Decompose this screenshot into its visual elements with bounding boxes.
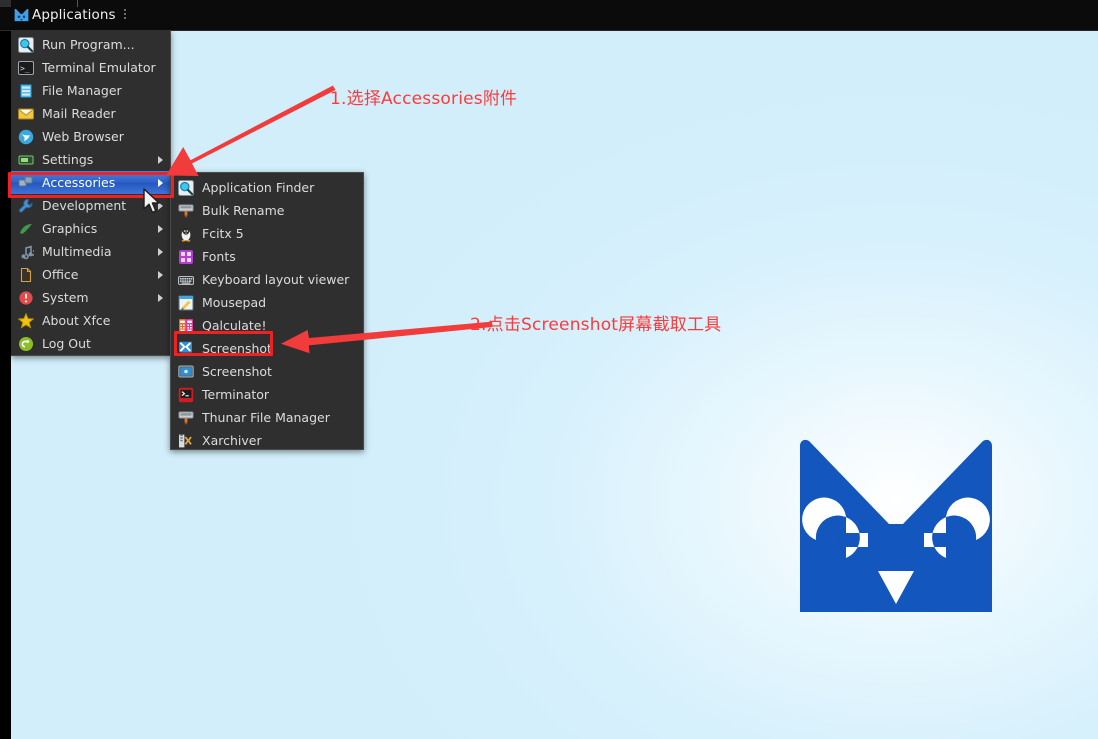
- menu-item-xarchiver[interactable]: Xarchiver: [171, 429, 363, 452]
- panel-corner: [0, 0, 11, 7]
- menu-item-label: Graphics: [42, 221, 98, 236]
- menu-item-system[interactable]: System: [11, 286, 170, 309]
- globe-icon: [18, 129, 34, 145]
- terminal-icon: >_: [18, 60, 34, 76]
- xfce-top-panel: Applications: [0, 0, 1098, 31]
- keyboard-icon: [178, 272, 194, 288]
- terminator-icon: [178, 387, 194, 403]
- menu-item-label: Fonts: [202, 249, 236, 264]
- mail-icon: [18, 106, 34, 122]
- menu-item-thunar-file-manager[interactable]: Thunar File Manager: [171, 406, 363, 429]
- menu-item-label: System: [42, 290, 89, 305]
- menu-item-label: Xarchiver: [202, 433, 262, 448]
- chevron-right-icon: [158, 293, 163, 302]
- menu-item-label: Multimedia: [42, 244, 112, 259]
- menu-item-label: Screenshot: [202, 364, 272, 379]
- menu-item-label: Thunar File Manager: [202, 410, 330, 425]
- menu-item-terminal-emulator[interactable]: >_ Terminal Emulator: [11, 56, 170, 79]
- file-manager-icon: [18, 83, 34, 99]
- menu-item-fcitx-5[interactable]: Fcitx 5: [171, 222, 363, 245]
- menu-item-multimedia[interactable]: Multimedia: [11, 240, 170, 263]
- menu-item-label: Run Program...: [42, 37, 135, 52]
- menu-item-label: File Manager: [42, 83, 122, 98]
- menu-item-application-finder[interactable]: Application Finder: [171, 176, 363, 199]
- menu-item-office[interactable]: Office: [11, 263, 170, 286]
- applications-label: Applications: [32, 7, 116, 23]
- menu-item-label: Log Out: [42, 336, 91, 351]
- menu-item-label: Web Browser: [42, 129, 124, 144]
- menu-item-web-browser[interactable]: Web Browser: [11, 125, 170, 148]
- menu-item-run-program[interactable]: Run Program...: [11, 33, 170, 56]
- menu-item-label: Mousepad: [202, 295, 267, 310]
- menu-item-label: Office: [42, 267, 79, 282]
- bulk-rename-icon: [178, 203, 194, 219]
- mousepad-icon: [178, 295, 194, 311]
- menu-item-bulk-rename[interactable]: Bulk Rename: [171, 199, 363, 222]
- chevron-right-icon: [158, 270, 163, 279]
- panel-handle-icon[interactable]: [122, 9, 130, 21]
- fcitx-penguin-icon: [178, 226, 194, 242]
- settings-icon: [18, 152, 34, 168]
- graphics-icon: [18, 221, 34, 237]
- mouse-cursor: [143, 188, 160, 214]
- desktop-left-border: [0, 30, 11, 739]
- menu-item-label: About Xfce: [42, 313, 111, 328]
- menu-item-fonts[interactable]: Fonts: [171, 245, 363, 268]
- menu-item-label: Terminator: [202, 387, 270, 402]
- menu-item-graphics[interactable]: Graphics: [11, 217, 170, 240]
- menu-item-keyboard-layout-viewer[interactable]: Keyboard layout viewer: [171, 268, 363, 291]
- chevron-right-icon: [158, 224, 163, 233]
- xarchiver-icon: [178, 433, 194, 449]
- music-note-icon: [18, 244, 36, 260]
- annotation-step-2: 2.点击Screenshot屏幕截取工具: [470, 315, 722, 335]
- thunar-icon: [178, 410, 194, 426]
- menu-item-label: Application Finder: [202, 180, 315, 195]
- chevron-right-icon: [158, 155, 163, 164]
- menu-item-screenshot-gnome[interactable]: Screenshot: [171, 360, 363, 383]
- system-icon: [18, 290, 34, 306]
- menu-item-terminator[interactable]: Terminator: [171, 383, 363, 406]
- magnifier-icon: [18, 36, 34, 53]
- menu-item-file-manager[interactable]: File Manager: [11, 79, 170, 102]
- xfce-mouse-icon: [14, 8, 29, 21]
- menu-item-log-out[interactable]: Log Out: [11, 332, 170, 355]
- menu-item-mousepad[interactable]: Mousepad: [171, 291, 363, 314]
- logout-icon: [18, 336, 34, 352]
- menu-item-settings[interactable]: Settings: [11, 148, 170, 171]
- menu-item-about-xfce[interactable]: About Xfce: [11, 309, 170, 332]
- menu-item-label: Terminal Emulator: [42, 60, 156, 75]
- menu-item-label: Keyboard layout viewer: [202, 272, 350, 287]
- svg-text:>_: >_: [20, 64, 30, 73]
- menu-item-label: Settings: [42, 152, 94, 167]
- accessories-submenu[interactable]: Application Finder Bulk Rename Fcitx 5 F…: [170, 172, 364, 450]
- menu-item-label: Bulk Rename: [202, 203, 285, 218]
- menu-item-label: Mail Reader: [42, 106, 116, 121]
- wrench-icon: [18, 198, 34, 214]
- screen: Applications Run Program... >_ Terminal …: [0, 0, 1098, 739]
- document-icon: [18, 267, 34, 283]
- star-icon: [17, 312, 35, 329]
- menu-item-label: Fcitx 5: [202, 226, 244, 241]
- magnifier-icon: [178, 179, 194, 196]
- highlight-box-screenshot: [174, 331, 273, 356]
- chevron-right-icon: [158, 247, 163, 256]
- applications-menu-button[interactable]: Applications: [14, 0, 130, 30]
- menu-item-mail-reader[interactable]: Mail Reader: [11, 102, 170, 125]
- screenshot-gnome-icon: [178, 364, 194, 380]
- fonts-icon: [178, 249, 194, 265]
- xfce-mouse-logo: [800, 439, 992, 612]
- annotation-step-1: 1.选择Accessories附件: [330, 89, 518, 109]
